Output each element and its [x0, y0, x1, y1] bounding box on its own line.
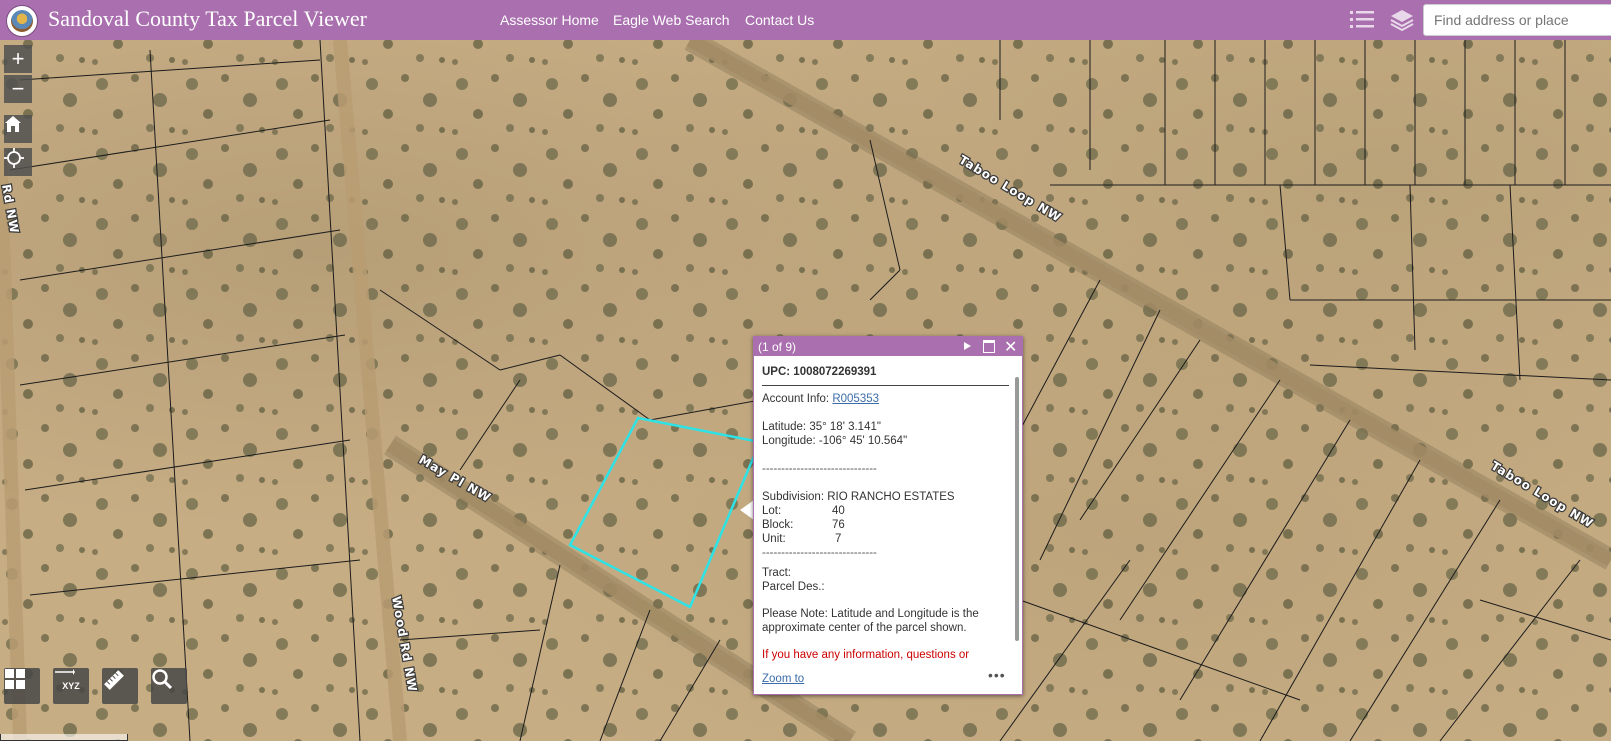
- popup-feature-count: (1 of 9): [758, 340, 797, 354]
- nav-assessor-home[interactable]: Assessor Home: [500, 12, 599, 28]
- maximize-icon[interactable]: [983, 340, 995, 353]
- divider-1: ------------------------------: [762, 463, 877, 475]
- nav-contact-us[interactable]: Contact Us: [745, 12, 814, 28]
- parcel-des: Parcel Des.:: [762, 581, 825, 593]
- lot-value: 40: [832, 505, 845, 517]
- account-info-link[interactable]: R005353: [832, 393, 879, 405]
- home-button[interactable]: [4, 115, 32, 143]
- block-value: 76: [832, 519, 845, 531]
- divider-2: ------------------------------: [762, 547, 877, 559]
- nav-eagle-web-search[interactable]: Eagle Web Search: [613, 12, 729, 28]
- popup-next-button[interactable]: [963, 340, 972, 354]
- block-label: Block:: [762, 519, 794, 531]
- zoom-out-button[interactable]: −: [4, 75, 32, 103]
- zoom-to-link[interactable]: Zoom to: [762, 673, 804, 685]
- lot-label: Lot:: [762, 505, 782, 517]
- coordinate-label: XYZ: [62, 681, 80, 691]
- account-info-label: Account Info:: [762, 393, 833, 405]
- app-title: Sandoval County Tax Parcel Viewer: [48, 6, 367, 31]
- popup-upc: UPC: 1008072269391: [762, 356, 1009, 386]
- popup-scrollbar[interactable]: [1015, 377, 1019, 641]
- app-header: Sandoval County Tax Parcel Viewer Assess…: [0, 0, 1611, 40]
- longitude: Longitude: -106° 45' 10.564": [762, 435, 908, 447]
- popup-content: UPC: 1008072269391 Account Info: R005353…: [762, 356, 1009, 661]
- measure-ruler-icon: [104, 670, 124, 690]
- account-info-row: Account Info: R005353: [762, 392, 1009, 406]
- measure-button[interactable]: [102, 668, 138, 704]
- legend-list-icon[interactable]: [1349, 8, 1375, 32]
- basemap-gallery-button[interactable]: [4, 668, 40, 704]
- search-tool-button[interactable]: [151, 668, 187, 704]
- close-icon[interactable]: ✕: [1004, 337, 1017, 357]
- basemap-gallery-icon: [5, 669, 25, 689]
- coordinate-button[interactable]: XYZ: [53, 668, 89, 704]
- subdivision: Subdivision: RIO RANCHO ESTATES: [762, 491, 955, 503]
- latitude: Latitude: 35° 18' 3.141": [762, 421, 881, 433]
- note-text: Please Note: Latitude and Longitude is t…: [762, 608, 979, 634]
- scale-bar: [0, 734, 128, 741]
- popup-header: (1 of 9) ✕: [754, 337, 1022, 356]
- block-row: Block: 76: [762, 518, 1009, 532]
- play-next-icon: [964, 342, 971, 350]
- more-options-icon[interactable]: •••: [988, 667, 1006, 683]
- coordinate-xyz-icon: [55, 669, 75, 675]
- home-icon: [5, 116, 21, 132]
- layers-icon[interactable]: [1389, 7, 1415, 33]
- unit-label: Unit:: [762, 533, 786, 545]
- unit-row: Unit: 7: [762, 532, 1009, 546]
- locate-button[interactable]: [4, 148, 32, 176]
- county-seal-logo: [6, 5, 38, 37]
- unit-value: 7: [835, 533, 842, 545]
- search-input[interactable]: [1423, 4, 1611, 36]
- tract: Tract:: [762, 567, 791, 579]
- parcel-popup: (1 of 9) ✕ UPC: 1008072269391 Account In…: [753, 336, 1023, 695]
- locate-icon: [4, 148, 24, 168]
- popup-pointer: [740, 500, 754, 520]
- zoom-in-button[interactable]: +: [4, 45, 32, 73]
- lot-row: Lot: 40: [762, 504, 1009, 518]
- contact-text: If you have any information, questions o…: [762, 649, 970, 661]
- search-magnifier-icon: [152, 669, 173, 690]
